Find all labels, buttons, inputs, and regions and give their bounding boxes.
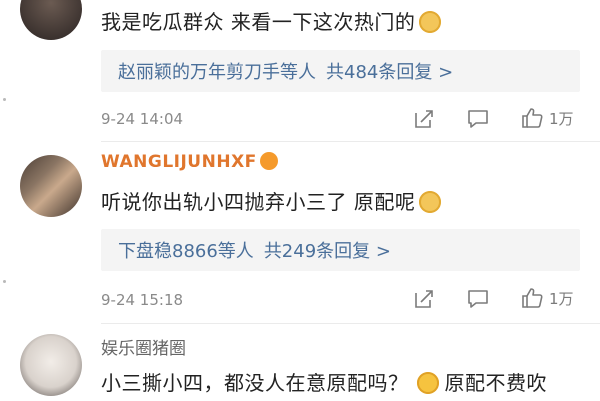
- comment-2-username[interactable]: WANGLIJUNHXF: [101, 152, 278, 172]
- thumbs-up-icon: [522, 288, 543, 308]
- comment-divider-2: [101, 323, 600, 324]
- comment-2-replies[interactable]: 下盘稳8866等人 共249条回复 >: [101, 229, 580, 271]
- comment-2-text: 听说你出轨小四抛弃小三了 原配呢: [101, 186, 442, 215]
- comment-1-text: 我是吃瓜群众 来看一下这次热门的: [101, 6, 442, 35]
- comment-icon: [468, 290, 488, 308]
- comment-2-comment-button[interactable]: [466, 287, 490, 311]
- comment-divider-1: [101, 141, 600, 142]
- comment-2-text-content: 听说你出轨小四抛弃小三了 原配呢: [101, 190, 416, 214]
- comment-2-reply-count[interactable]: 共249条回复 >: [264, 237, 391, 263]
- comment-1-like-button[interactable]: 1万: [520, 106, 574, 130]
- share-icon: [415, 290, 433, 308]
- comment-1-share-button[interactable]: [413, 108, 435, 130]
- avatar-comment-3[interactable]: [20, 334, 82, 396]
- doge-emoji-icon: [419, 11, 442, 33]
- comment-1-replies[interactable]: 赵丽颖的万年剪刀手等人 共484条回复 >: [101, 50, 580, 92]
- comment-2-username-text[interactable]: WANGLIJUNHXF: [101, 152, 257, 172]
- avatar-comment-1[interactable]: [20, 0, 82, 40]
- comment-3-username[interactable]: 娱乐圈猪圈: [101, 334, 186, 359]
- comment-2-reply-names[interactable]: 下盘稳8866等人: [118, 237, 254, 263]
- share-icon: [415, 110, 433, 128]
- avatar-comment-2[interactable]: [20, 155, 82, 217]
- separator-dot: [3, 280, 6, 283]
- comment-1-comment-button[interactable]: [466, 107, 490, 131]
- separator-dot: [3, 98, 6, 101]
- comment-1-text-content: 我是吃瓜群众 来看一下这次热门的: [101, 10, 416, 34]
- vip-badge-icon: [259, 152, 278, 170]
- comment-1-like-count: 1万: [549, 109, 574, 128]
- comment-2-like-count: 1万: [549, 289, 574, 308]
- doge-emoji-icon: [419, 191, 442, 213]
- comment-1-reply-count[interactable]: 共484条回复 >: [326, 58, 453, 84]
- comment-2-time: 9-24 15:18: [101, 291, 184, 309]
- comment-1-reply-names[interactable]: 赵丽颖的万年剪刀手等人: [118, 58, 316, 84]
- comment-3-text-part2: 原配不费吹: [444, 371, 547, 395]
- comment-2-like-button[interactable]: 1万: [520, 286, 574, 310]
- thumbs-up-icon: [522, 108, 543, 128]
- comment-2-share-button[interactable]: [413, 288, 435, 310]
- comment-3-text: 小三撕小四，都没人在意原配吗？ 原配不费吹: [101, 367, 547, 396]
- comment-icon: [468, 110, 488, 128]
- comment-1-time: 9-24 14:04: [101, 110, 184, 128]
- laugh-cry-emoji-icon: [416, 372, 439, 394]
- comment-3-text-part1: 小三撕小四，都没人在意原配吗？: [101, 371, 409, 395]
